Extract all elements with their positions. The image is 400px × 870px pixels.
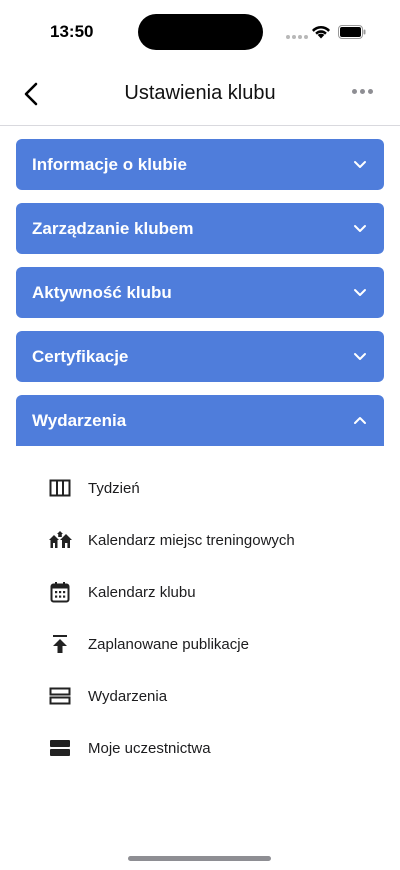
more-options-button[interactable] — [352, 89, 373, 94]
section-club-info[interactable]: Informacje o klubie — [16, 139, 384, 190]
chevron-down-icon — [352, 221, 368, 237]
menu-item-label: Tydzień — [88, 479, 140, 497]
section-club-management[interactable]: Zarządzanie klubem — [16, 203, 384, 254]
wifi-icon — [312, 25, 330, 39]
home-indicator — [128, 856, 271, 861]
week-columns-icon — [48, 476, 72, 500]
menu-item-events[interactable]: Wydarzenia — [0, 670, 400, 722]
page-title: Ustawienia klubu — [124, 82, 276, 104]
dynamic-island — [138, 14, 263, 50]
chevron-down-icon — [352, 349, 368, 365]
menu-item-label: Moje uczestnictwa — [88, 739, 211, 757]
chevron-down-icon — [352, 157, 368, 173]
events-submenu: Tydzień Kalendarz miejsc treningowych Ka… — [0, 462, 400, 774]
menu-item-label: Kalendarz klubu — [88, 583, 196, 601]
status-time: 13:50 — [50, 22, 94, 41]
section-label: Wydarzenia — [32, 410, 127, 430]
nav-header: Ustawienia klubu — [0, 62, 400, 126]
menu-item-label: Wydarzenia — [88, 687, 168, 705]
section-club-activity[interactable]: Aktywność klubu — [16, 267, 384, 318]
calendar-icon — [48, 580, 72, 604]
view-stream-icon — [48, 736, 72, 760]
section-label: Zarządzanie klubem — [32, 218, 194, 238]
publish-upload-icon — [48, 632, 72, 656]
settings-accordion: Informacje o klubie Zarządzanie klubem A… — [16, 139, 384, 446]
cellular-signal-icon — [286, 35, 308, 39]
section-events[interactable]: Wydarzenia — [16, 395, 384, 446]
section-label: Informacje o klubie — [32, 154, 187, 174]
section-label: Certyfikacje — [32, 346, 129, 366]
battery-icon — [338, 25, 366, 39]
houses-icon — [48, 528, 72, 552]
menu-item-label: Zaplanowane publikacje — [88, 635, 249, 653]
menu-item-club-calendar[interactable]: Kalendarz klubu — [0, 566, 400, 618]
chevron-down-icon — [352, 285, 368, 301]
menu-item-label: Kalendarz miejsc treningowych — [88, 531, 295, 549]
menu-item-scheduled-publications[interactable]: Zaplanowane publikacje — [0, 618, 400, 670]
menu-item-my-participations[interactable]: Moje uczestnictwa — [0, 722, 400, 774]
section-label: Aktywność klubu — [32, 282, 172, 302]
menu-item-training-venues-calendar[interactable]: Kalendarz miejsc treningowych — [0, 514, 400, 566]
section-certifications[interactable]: Certyfikacje — [16, 331, 384, 382]
chevron-up-icon — [352, 413, 368, 429]
menu-item-week[interactable]: Tydzień — [0, 462, 400, 514]
status-bar: 13:50 — [0, 0, 400, 62]
view-agenda-icon — [48, 684, 72, 708]
